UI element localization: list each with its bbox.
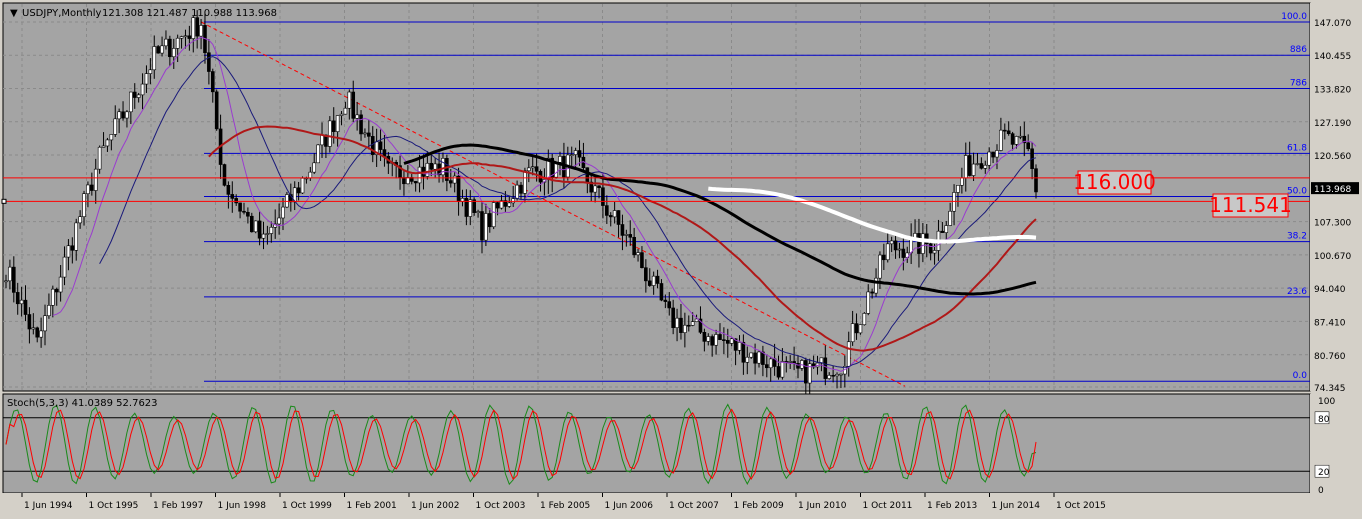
price-tick-label: 87.410 [1314, 318, 1346, 328]
price-tick-label: 147.070 [1314, 19, 1351, 29]
price-tick-label: 74.345 [1314, 384, 1346, 394]
time-tick-label: 1 Jun 2014 [992, 501, 1041, 511]
time-tick-label: 1 Jun 2006 [605, 501, 654, 511]
chart-svg[interactable]: 100.088678661.850.038.223.60.0 116.00011… [0, 0, 1362, 519]
price-tick-label: 133.820 [1314, 86, 1351, 96]
price-box-116[interactable]: 116.000 [1073, 170, 1156, 195]
price-tick-label: 94.040 [1314, 285, 1346, 295]
price-tick-label: 80.760 [1314, 352, 1346, 362]
stoch-panel[interactable] [2, 393, 1311, 494]
time-tick-label: 1 Oct 2003 [476, 501, 526, 511]
time-tick-label: 1 Oct 1999 [282, 501, 332, 511]
price-tick-label: 100.670 [1314, 252, 1351, 262]
fib-label: 0.0 [1293, 371, 1308, 381]
candle [300, 176, 305, 194]
time-tick-label: 1 Feb 2013 [927, 501, 977, 511]
time-tick-label: 1 Jun 1998 [218, 501, 267, 511]
symbol-label: USDJPY,Monthly [22, 8, 102, 19]
price-box-116-text: 116.000 [1073, 170, 1156, 194]
ohlc-values: 121.308 121.487 110.988 113.968 [102, 8, 277, 19]
time-tick-label: 1 Oct 1995 [89, 501, 139, 511]
candle [807, 358, 812, 399]
collapse-arrow-icon[interactable]: ▼ [10, 8, 18, 19]
price-tick-label: 120.560 [1314, 152, 1351, 162]
candle [156, 45, 160, 54]
fib-label: 23.6 [1287, 287, 1307, 297]
price-box-111-text: 111.541 [1209, 193, 1292, 217]
fib-label: 61.8 [1287, 143, 1307, 153]
candle [862, 312, 867, 326]
time-tick-label: 1 Oct 2015 [1056, 501, 1106, 511]
fib-label: 100.0 [1281, 12, 1307, 22]
time-tick-label: 1 Feb 2009 [734, 501, 785, 511]
candle [222, 163, 227, 187]
chart-window[interactable]: 100.088678661.850.038.223.60.0 116.00011… [0, 0, 1362, 519]
current-price-label: 113.968 [1314, 185, 1351, 195]
line-handle[interactable] [1, 198, 7, 204]
fib-label: 886 [1290, 45, 1307, 55]
candle [253, 220, 258, 234]
stoch-label: Stoch(5,3,3) 41.0389 52.7623 [7, 398, 158, 409]
candle [214, 89, 219, 131]
fib-label: 38.2 [1287, 232, 1307, 242]
candle [316, 144, 320, 164]
time-tick-label: 1 Feb 1997 [153, 501, 203, 511]
time-tick-label: 1 Jun 2002 [411, 501, 459, 511]
time-tick-label: 1 Feb 2005 [540, 501, 590, 511]
price-tick-label: 140.455 [1314, 52, 1351, 62]
fib-label: 786 [1290, 79, 1307, 89]
time-tick-label: 1 Feb 2001 [347, 501, 397, 511]
stoch-tick-label: 20 [1318, 468, 1330, 478]
price-tick-label: 127.190 [1314, 119, 1351, 129]
time-tick-label: 1 Oct 2011 [863, 501, 913, 511]
price-box-111[interactable]: 111.541 [1209, 193, 1292, 218]
price-tick-label: 107.300 [1314, 219, 1351, 229]
time-tick-label: 1 Jun 1994 [24, 501, 73, 511]
stoch-tick-label: 100 [1318, 397, 1335, 407]
time-tick-label: 1 Jun 2010 [798, 501, 847, 511]
candle [491, 200, 496, 230]
time-tick-label: 1 Oct 2007 [669, 501, 719, 511]
stoch-tick-label: 80 [1318, 415, 1330, 425]
candle [285, 191, 289, 209]
